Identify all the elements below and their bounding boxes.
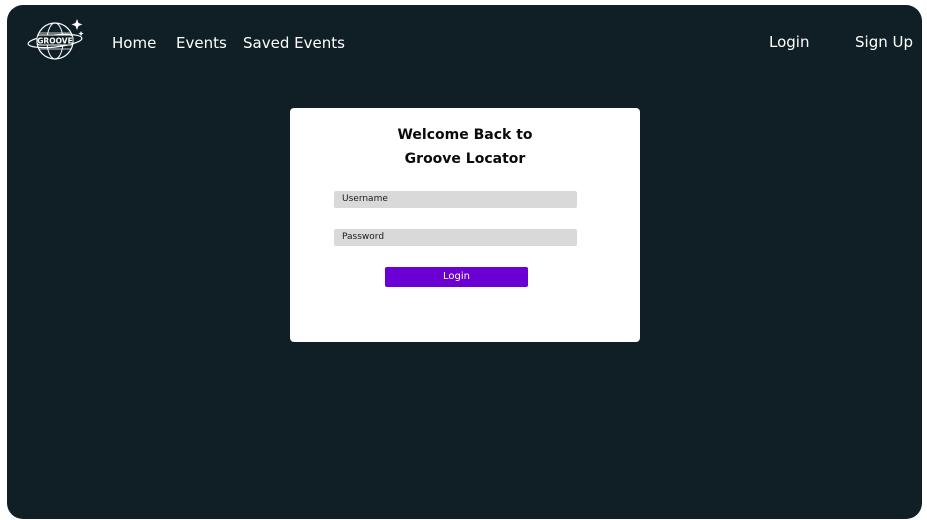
nav-events-link[interactable]: Events	[176, 33, 227, 53]
nav-login-link[interactable]: Login	[769, 32, 809, 52]
nav-home-link[interactable]: Home	[112, 33, 156, 53]
globe-sparkle-icon: GROOVE	[27, 19, 84, 60]
groove-logo[interactable]: GROOVE	[27, 17, 87, 63]
username-input[interactable]	[334, 191, 577, 208]
password-input[interactable]	[334, 229, 577, 246]
login-title-line1: Welcome Back to	[397, 127, 533, 143]
nav-saved-events-link[interactable]: Saved Events	[243, 33, 345, 53]
nav-sign-up-link[interactable]: Sign Up	[855, 32, 913, 52]
login-card: Welcome Back to Groove Locator Login	[290, 108, 640, 342]
logo-wordmark: GROOVE	[37, 37, 72, 46]
top-navbar: GROOVE Home Events Saved Events Login Si…	[7, 5, 922, 81]
login-submit-button[interactable]: Login	[385, 267, 528, 287]
login-title-line2: Groove Locator	[404, 151, 526, 167]
app-frame: GROOVE Home Events Saved Events Login Si…	[7, 5, 922, 519]
